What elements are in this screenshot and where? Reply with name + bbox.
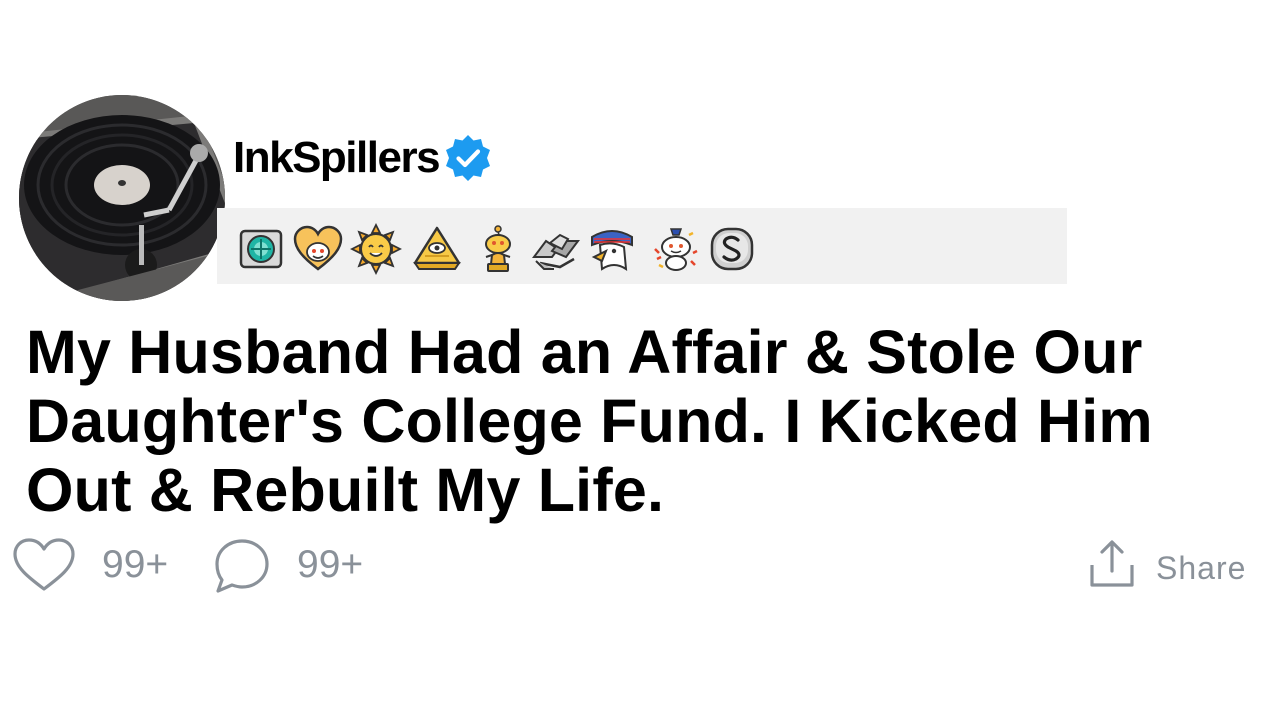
awards-bar bbox=[217, 208, 1067, 284]
share-icon[interactable] bbox=[1088, 539, 1136, 594]
eagle-award-icon[interactable] bbox=[586, 223, 638, 275]
share-button[interactable]: Share bbox=[1156, 546, 1246, 590]
sun-award-icon[interactable] bbox=[349, 222, 403, 276]
gold-snoo-award-icon[interactable] bbox=[472, 223, 524, 275]
silver-s-award-icon[interactable] bbox=[706, 223, 758, 275]
pyramid-award-icon[interactable] bbox=[411, 223, 463, 275]
avatar[interactable] bbox=[19, 95, 225, 301]
record-player-avatar-image bbox=[19, 95, 225, 301]
snoo-confetti-award-icon[interactable] bbox=[649, 223, 701, 275]
post-title[interactable]: My Husband Had an Affair & Stole Our Dau… bbox=[26, 318, 1271, 525]
comments-count: 99+ bbox=[297, 543, 364, 586]
wholesome-award-icon[interactable] bbox=[292, 223, 344, 275]
comment-icon[interactable] bbox=[212, 537, 272, 600]
action-bar: 99+ 99+ Share bbox=[0, 533, 1280, 597]
verified-badge-icon bbox=[443, 133, 493, 183]
ticket-award-icon[interactable] bbox=[235, 223, 287, 275]
username-row: InkSpillers bbox=[233, 128, 493, 188]
likes-count: 99+ bbox=[102, 543, 169, 586]
username[interactable]: InkSpillers bbox=[233, 136, 441, 180]
handshake-award-icon[interactable] bbox=[530, 223, 582, 275]
heart-icon[interactable] bbox=[12, 537, 76, 598]
